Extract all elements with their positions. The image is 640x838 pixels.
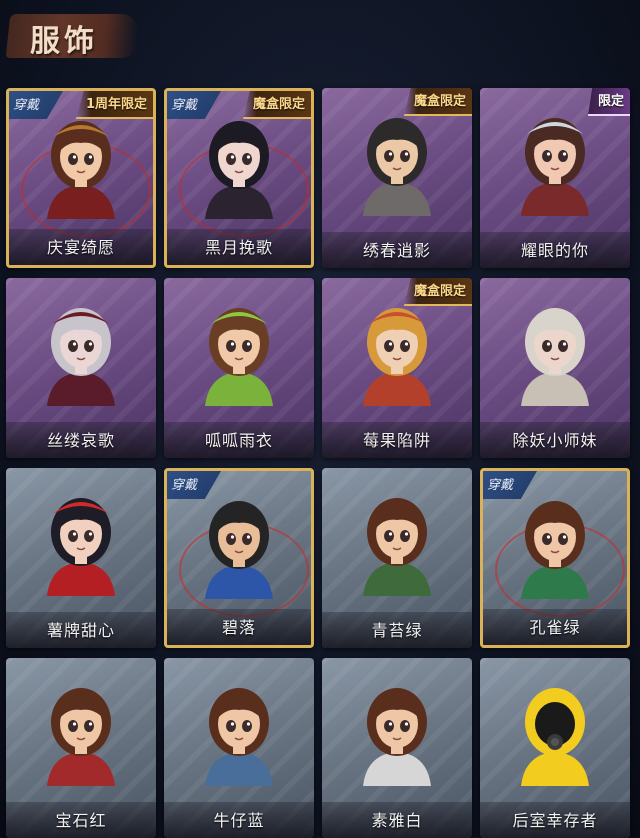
limited-badge-label: 限定: [597, 94, 624, 109]
outfit-card[interactable]: 穿戴 1周年限定庆宴绮愿: [6, 88, 156, 268]
character-portrait: [205, 688, 273, 786]
page-title: 服饰: [30, 24, 98, 59]
character-portrait: [205, 121, 273, 219]
character-portrait: [205, 501, 273, 599]
outfit-grid: 穿戴 1周年限定 庆宴绮愿 穿戴 魔盒限定 黑月挽歌 魔盒限定 绣春逍影 限定 耀眼的你 丝缕哀歌呱…: [6, 88, 636, 838]
portrait-frame: [507, 674, 603, 786]
outfit-name: 牛仔蓝: [213, 811, 265, 830]
outfit-card[interactable]: 丝缕哀歌: [6, 278, 156, 458]
outfit-card[interactable]: 魔盒限定绣春逍影: [322, 88, 472, 268]
worn-badge-label: 穿戴: [13, 98, 40, 113]
outfit-name: 黑月挽歌: [204, 238, 273, 257]
outfit-name: 除妖小师妹: [512, 431, 598, 450]
portrait-frame: [507, 487, 603, 599]
outfit-card[interactable]: 薯牌甜心: [6, 468, 156, 648]
limited-badge: 魔盒限定: [403, 88, 472, 116]
portrait-frame: [349, 484, 445, 596]
outfit-name: 耀眼的你: [520, 241, 589, 260]
outfit-name: 碧落: [221, 618, 256, 637]
portrait-frame: [349, 674, 445, 786]
portrait-frame: [507, 104, 603, 216]
limited-badge-label: 1周年限定: [85, 97, 147, 112]
outfit-name: 后室幸存者: [512, 811, 598, 830]
portrait-frame: [33, 294, 129, 406]
limited-badge-label: 魔盒限定: [413, 284, 466, 299]
character-portrait: [363, 118, 431, 216]
limited-badge-label: 魔盒限定: [413, 94, 466, 109]
portrait-frame: [33, 107, 129, 219]
character-portrait: [47, 498, 115, 596]
character-portrait: [521, 308, 589, 406]
outfit-name: 孔雀绿: [529, 618, 581, 637]
outfit-card[interactable]: 青苔绿: [322, 468, 472, 648]
portrait-frame: [191, 107, 287, 219]
worn-badge-label: 穿戴: [487, 478, 514, 493]
outfit-name: 薯牌甜心: [46, 621, 115, 640]
outfit-card[interactable]: 穿戴孔雀绿: [480, 468, 630, 648]
outfit-card[interactable]: 穿戴碧落: [164, 468, 314, 648]
portrait-frame: [191, 674, 287, 786]
limited-badge: 限定: [587, 88, 630, 116]
limited-badge-label: 魔盒限定: [252, 97, 305, 112]
outfit-card[interactable]: 牛仔蓝: [164, 658, 314, 838]
portrait-frame: [33, 674, 129, 786]
outfit-name: 莓果陷阱: [362, 431, 431, 450]
limited-badge: 魔盒限定: [403, 278, 472, 306]
outfit-name: 绣春逍影: [362, 241, 431, 260]
character-portrait: [363, 308, 431, 406]
character-portrait: [205, 308, 273, 406]
portrait-frame: [507, 294, 603, 406]
character-portrait: [47, 688, 115, 786]
portrait-frame: [33, 484, 129, 596]
outfit-card[interactable]: 后室幸存者: [480, 658, 630, 838]
outfit-card[interactable]: 呱呱雨衣: [164, 278, 314, 458]
limited-badge: 1周年限定: [75, 91, 153, 119]
worn-badge-label: 穿戴: [171, 98, 198, 113]
outfit-name: 呱呱雨衣: [204, 431, 273, 450]
limited-badge: 魔盒限定: [242, 91, 311, 119]
character-portrait: [47, 308, 115, 406]
character-portrait: [363, 498, 431, 596]
character-portrait: [521, 501, 589, 599]
outfit-name: 青苔绿: [371, 621, 423, 640]
outfit-card[interactable]: 限定耀眼的你: [480, 88, 630, 268]
portrait-frame: [349, 104, 445, 216]
header: 服饰: [0, 0, 640, 70]
worn-badge-label: 穿戴: [171, 478, 198, 493]
outfit-name: 素雅白: [371, 811, 423, 830]
character-portrait: [47, 121, 115, 219]
outfit-card[interactable]: 除妖小师妹: [480, 278, 630, 458]
outfit-card[interactable]: 魔盒限定莓果陷阱: [322, 278, 472, 458]
character-portrait: [521, 688, 589, 786]
character-portrait: [521, 118, 589, 216]
character-portrait: [363, 688, 431, 786]
outfit-card[interactable]: 素雅白: [322, 658, 472, 838]
portrait-frame: [191, 487, 287, 599]
outfit-card[interactable]: 宝石红: [6, 658, 156, 838]
outfit-name: 宝石红: [55, 811, 107, 830]
portrait-frame: [349, 294, 445, 406]
portrait-frame: [191, 294, 287, 406]
outfit-name: 庆宴绮愿: [46, 238, 115, 257]
outfit-name: 丝缕哀歌: [46, 431, 115, 450]
outfit-card[interactable]: 穿戴 魔盒限定黑月挽歌: [164, 88, 314, 268]
